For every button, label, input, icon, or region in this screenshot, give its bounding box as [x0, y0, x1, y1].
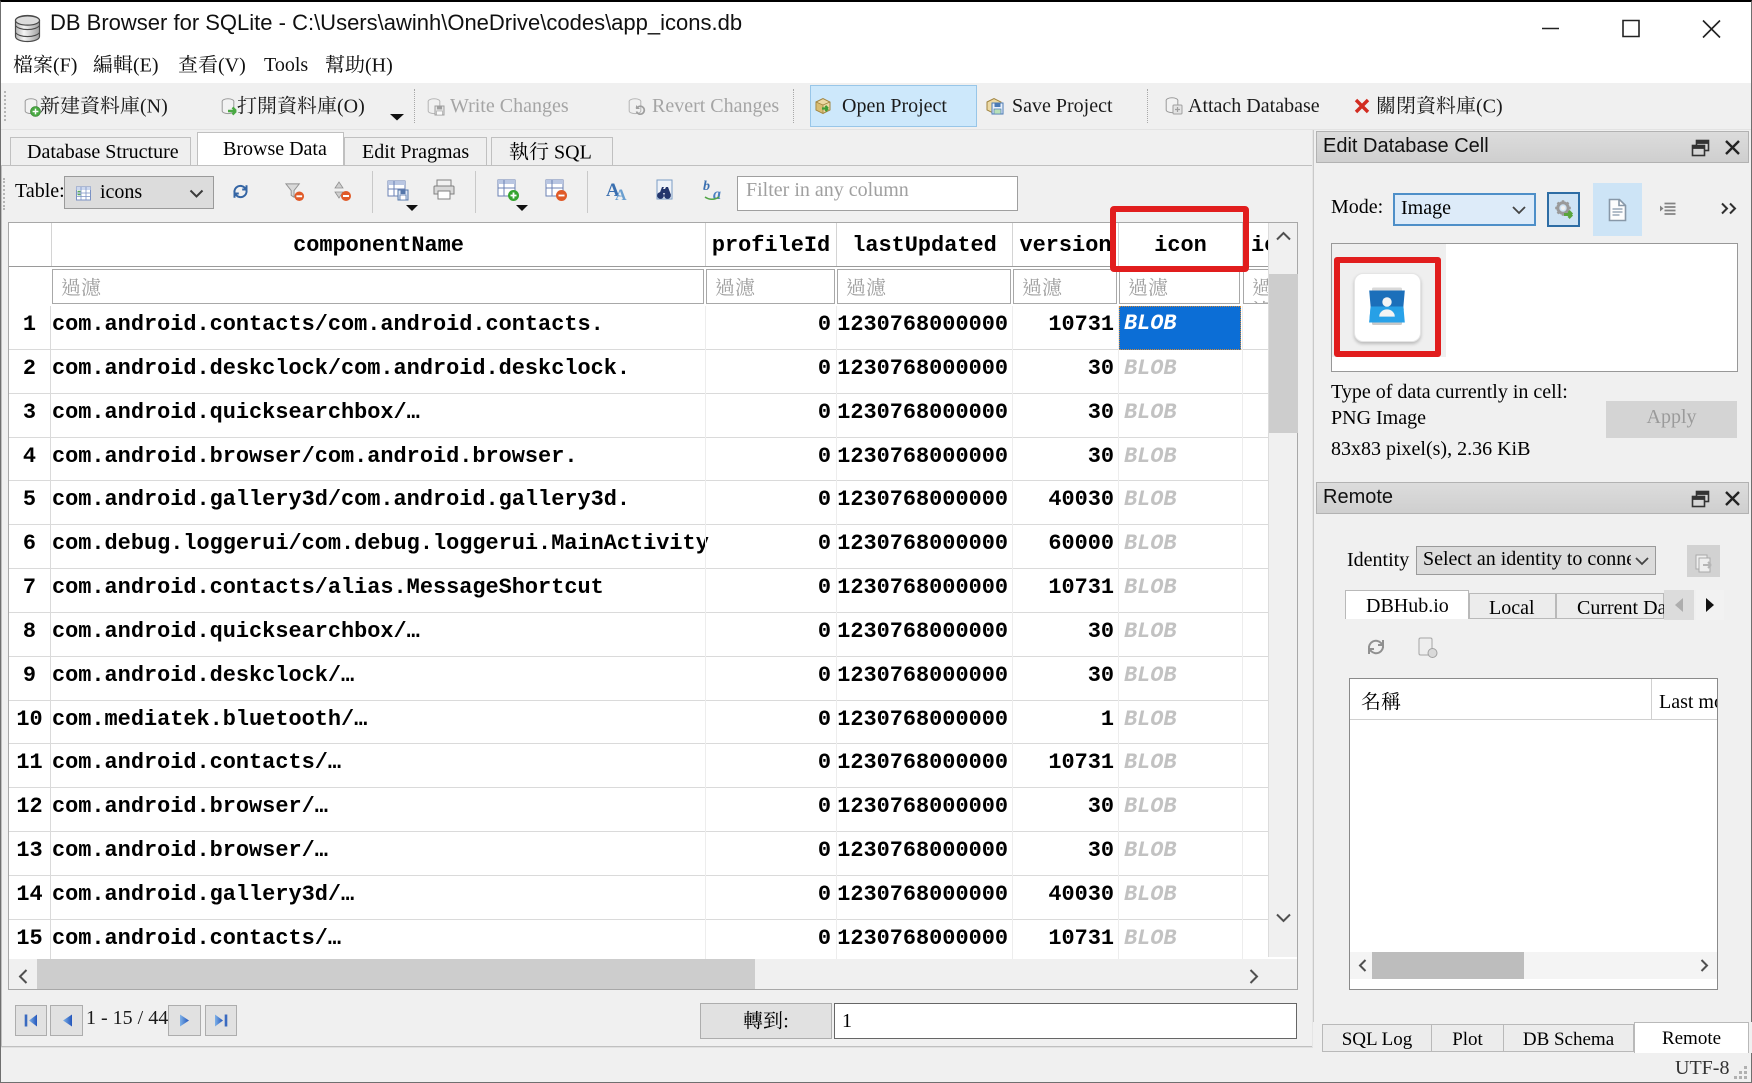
svg-text:b: b	[703, 179, 710, 194]
svg-text:A: A	[615, 187, 627, 201]
